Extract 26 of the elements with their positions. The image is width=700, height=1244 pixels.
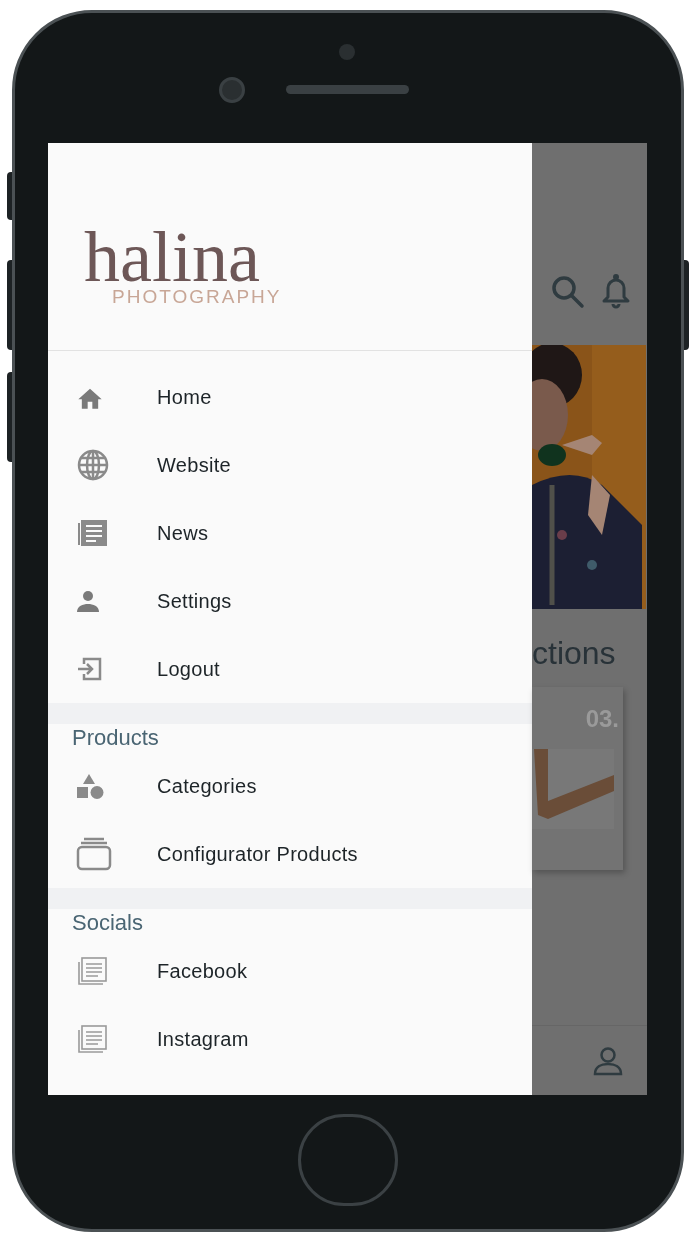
section-title: ctions [532, 635, 616, 671]
profile-icon[interactable] [593, 1045, 623, 1076]
globe-icon [76, 448, 110, 482]
shapes-icon [76, 773, 104, 799]
logo-tagline: PHOTOGRAPHY [112, 286, 282, 307]
side-button[interactable] [684, 260, 689, 350]
document-icon [76, 957, 108, 985]
logout-icon [76, 657, 102, 681]
logo-wordmark: halina [84, 226, 260, 287]
section-heading: Products [71, 724, 160, 752]
menu-item[interactable]: News [48, 499, 532, 567]
menu-item[interactable]: Settings [48, 567, 532, 635]
menu-item[interactable]: Instagram [48, 1005, 532, 1073]
menu-item[interactable]: Website [48, 431, 532, 499]
menu-item[interactable]: Logout [48, 635, 532, 703]
menu-item[interactable]: Configurator Products [48, 820, 532, 888]
search-icon[interactable] [551, 275, 585, 309]
menu-item[interactable]: Home [48, 363, 532, 431]
stack-icon [76, 837, 112, 871]
section-heading: Socials [71, 909, 144, 937]
person-icon [76, 590, 100, 612]
menu-item[interactable]: Facebook [48, 937, 532, 1005]
document-icon [76, 1025, 108, 1053]
menu-item[interactable]: Categories [48, 752, 532, 820]
newspaper-icon [76, 519, 108, 547]
home-button[interactable] [298, 1114, 398, 1206]
